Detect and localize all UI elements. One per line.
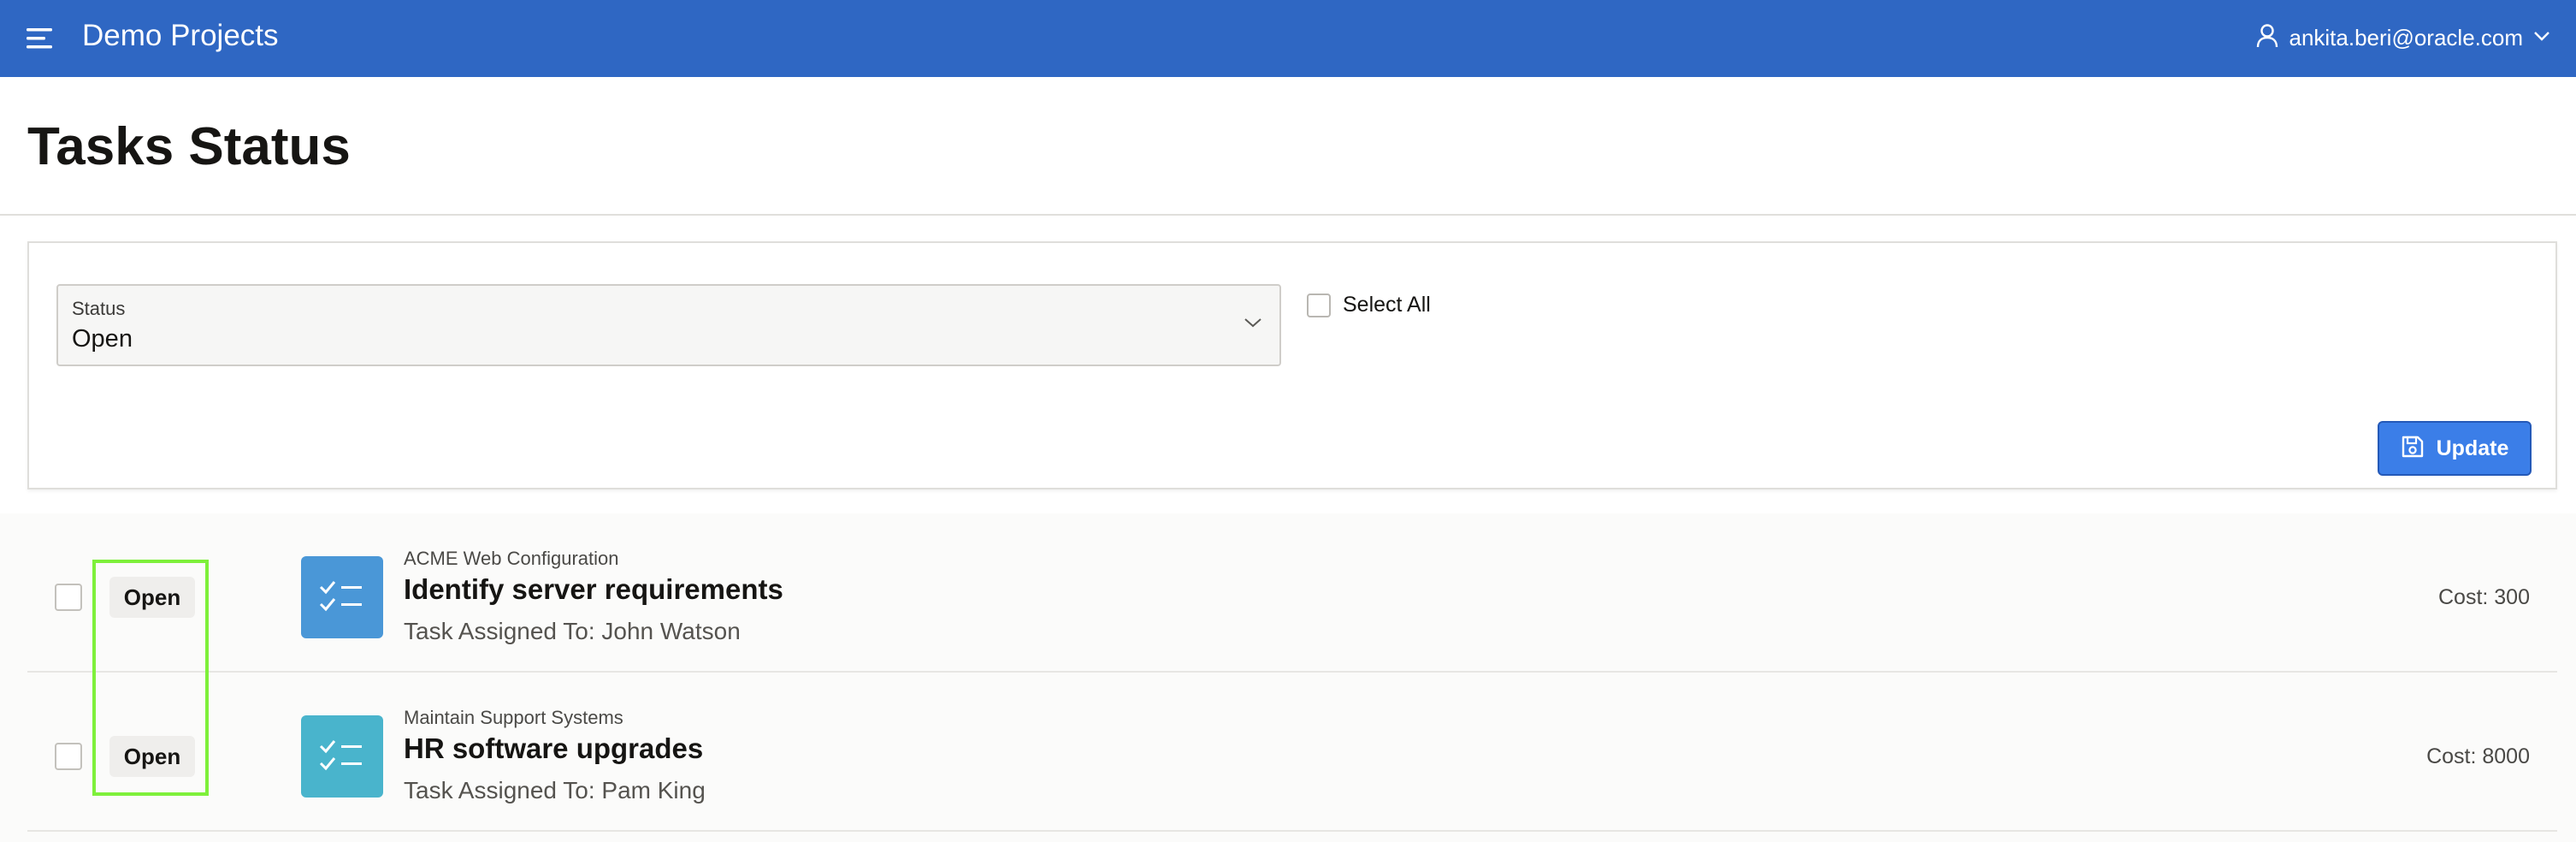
- task-assignee: Task Assigned To: John Watson: [404, 618, 741, 644]
- user-email: ankita.beri@oracle.com: [2289, 24, 2523, 50]
- task-cost: Cost: 300: [2437, 585, 2530, 609]
- page-title: Tasks Status: [27, 117, 351, 176]
- task-assignee: Task Assigned To: Pam King: [404, 777, 706, 803]
- status-select[interactable]: Status Open: [56, 284, 1281, 366]
- task-row: Open ACME Web Configuration Identify ser…: [27, 513, 2557, 673]
- checklist-icon: [301, 556, 383, 638]
- update-button[interactable]: Update: [2378, 421, 2532, 476]
- status-value: Open: [72, 325, 133, 353]
- select-all-label: Select All: [1343, 293, 1431, 317]
- task-list: Open ACME Web Configuration Identify ser…: [0, 513, 2576, 842]
- row-checkbox[interactable]: [55, 743, 82, 770]
- project-name: Maintain Support Systems: [404, 707, 623, 728]
- chevron-down-icon: [2533, 30, 2550, 46]
- status-chip: Open: [109, 736, 195, 777]
- update-label: Update: [2436, 436, 2509, 460]
- project-name: ACME Web Configuration: [404, 548, 619, 569]
- select-all-checkbox[interactable]: [1307, 293, 1331, 317]
- filter-form-region: Status Open Select All Update: [27, 241, 2557, 489]
- row-checkbox[interactable]: [55, 584, 82, 611]
- app-title[interactable]: Demo Projects: [82, 17, 279, 55]
- chevron-down-icon: [1244, 317, 1262, 333]
- title-bar: Tasks Status: [0, 77, 2576, 216]
- save-icon: [2401, 435, 2425, 463]
- app-header: Demo Projects ankita.beri@oracle.com: [0, 0, 2576, 77]
- user-icon: [2256, 23, 2278, 52]
- user-menu[interactable]: ankita.beri@oracle.com: [2256, 19, 2550, 56]
- task-row: Open Maintain Support Systems HR softwar…: [27, 673, 2557, 832]
- select-all-option[interactable]: Select All: [1307, 293, 1431, 317]
- task-name[interactable]: Identify server requirements: [404, 573, 783, 606]
- status-label: Status: [72, 298, 126, 319]
- hamburger-menu-icon[interactable]: [26, 23, 56, 54]
- checklist-icon: [301, 715, 383, 798]
- status-chip: Open: [109, 577, 195, 618]
- task-name[interactable]: HR software upgrades: [404, 732, 703, 765]
- task-cost: Cost: 8000: [2426, 744, 2530, 768]
